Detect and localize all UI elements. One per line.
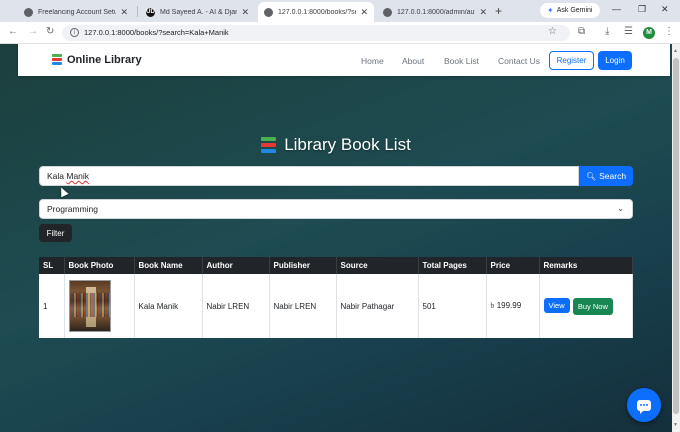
browser-tab-books[interactable]: 127.0.0.1:8000/books/?searc ✕ xyxy=(258,2,374,22)
globe-icon xyxy=(264,7,273,17)
page-viewport: Online Library Home About Book List Cont… xyxy=(0,44,672,432)
col-header-name: Book Name xyxy=(134,257,203,274)
col-header-remarks: Remarks xyxy=(539,257,633,274)
cell-author: Nabir LREN xyxy=(202,274,270,338)
extensions-icon[interactable]: ⧉ xyxy=(578,26,585,37)
gemini-sparkle-icon: ✦ xyxy=(547,6,554,15)
search-icon: 🔍︎ xyxy=(585,171,597,181)
browser-toolbar: ← → ↻ i 127.0.0.1:8000/books/?search=Kal… xyxy=(0,22,680,44)
chat-button[interactable] xyxy=(627,388,661,422)
col-header-photo: Book Photo xyxy=(64,257,135,274)
close-tab-icon[interactable]: ✕ xyxy=(120,7,128,18)
back-arrow-icon[interactable]: ← xyxy=(8,26,18,37)
close-tab-icon[interactable]: ✕ xyxy=(479,7,487,18)
download-icon[interactable]: ⤓ xyxy=(605,26,609,37)
filter-button[interactable]: Filter xyxy=(39,224,72,242)
cell-remarks: View Buy Now xyxy=(539,274,633,338)
profile-avatar[interactable]: M xyxy=(643,27,655,39)
nav-link-contact[interactable]: Contact Us xyxy=(498,56,540,66)
buy-now-button[interactable]: Buy Now xyxy=(572,297,613,315)
address-bar[interactable]: i 127.0.0.1:8000/books/?search=Kala+Mani… xyxy=(62,25,570,41)
col-header-author: Author xyxy=(202,257,270,274)
book-cover-image[interactable] xyxy=(68,280,111,332)
login-button[interactable]: Login xyxy=(598,51,632,70)
mouse-cursor xyxy=(57,185,69,198)
forward-arrow-icon[interactable]: → xyxy=(28,26,38,37)
cell-publisher: Nabir LREN xyxy=(269,274,337,338)
ask-gemini-button[interactable]: ✦ Ask Gemini xyxy=(540,3,600,18)
nav-link-about[interactable]: About xyxy=(402,56,424,66)
cell-book-name: Kala Manik xyxy=(134,274,203,338)
chat-bubble-icon xyxy=(637,399,651,414)
address-bar-url[interactable]: 127.0.0.1:8000/books/?search=Kala+Manik xyxy=(84,28,229,37)
page-title: Library Book List xyxy=(0,135,672,155)
bookmark-star-icon[interactable]: ☆ xyxy=(548,26,557,37)
more-menu-icon[interactable]: ⋮ xyxy=(664,26,674,37)
col-header-price: Price xyxy=(486,257,540,274)
col-header-pages: Total Pages xyxy=(418,257,487,274)
col-header-publisher: Publisher xyxy=(269,257,337,274)
nav-link-home[interactable]: Home xyxy=(361,56,384,66)
cell-price: ৳ 199.99 xyxy=(486,274,540,338)
browser-tab-admin[interactable]: 127.0.0.1:8000/admin/auth/ ✕ xyxy=(377,2,493,22)
site-brand[interactable]: Online Library xyxy=(52,54,142,66)
books-icon xyxy=(52,54,62,66)
cell-sl: 1 xyxy=(39,274,65,338)
col-header-source: Source xyxy=(336,257,419,274)
tab-divider xyxy=(137,6,138,17)
books-icon xyxy=(261,136,277,154)
globe-icon xyxy=(24,7,33,17)
scrollbar-thumb[interactable] xyxy=(673,58,679,414)
reading-list-icon[interactable]: ☰ xyxy=(624,26,633,37)
search-input[interactable]: Kala Manik xyxy=(39,166,579,186)
col-header-sl: SL xyxy=(39,257,65,274)
misspelled-word: Manik xyxy=(66,171,90,181)
view-button[interactable]: View xyxy=(543,298,570,314)
browser-tabstrip: Freelancing Account Setup & ✕ UD Md Saye… xyxy=(0,0,680,22)
browser-tab-freelancing[interactable]: Freelancing Account Setup & ✕ xyxy=(18,2,134,22)
page-scrollbar[interactable]: ▲ ▼ xyxy=(672,44,680,432)
nav-link-book-list[interactable]: Book List xyxy=(444,56,479,66)
reload-icon[interactable]: ↻ xyxy=(46,26,54,37)
table-row: 1 Kala Manik Nabir LREN Nabir LREN Nabir… xyxy=(39,274,633,338)
new-tab-button[interactable]: + xyxy=(495,4,502,18)
globe-icon xyxy=(383,7,392,17)
close-tab-icon[interactable]: ✕ xyxy=(360,7,368,18)
chevron-down-icon: ⌄ xyxy=(617,204,624,213)
category-select[interactable]: Programming ⌄ xyxy=(39,199,633,219)
cell-photo xyxy=(64,274,135,338)
minimize-icon[interactable]: — xyxy=(612,4,621,14)
site-navbar: Online Library Home About Book List Cont… xyxy=(18,44,670,76)
search-button[interactable]: 🔍︎ Search xyxy=(579,166,633,186)
close-tab-icon[interactable]: ✕ xyxy=(241,7,249,18)
table-header-row: SL Book Photo Book Name Author Publisher… xyxy=(39,257,633,274)
scroll-down-arrow-icon[interactable]: ▼ xyxy=(673,422,678,428)
book-table: SL Book Photo Book Name Author Publisher… xyxy=(39,257,633,338)
scroll-up-arrow-icon[interactable]: ▲ xyxy=(673,48,678,54)
cell-source: Nabir Pathagar xyxy=(336,274,419,338)
register-button[interactable]: Register xyxy=(549,51,594,70)
cell-total-pages: 501 xyxy=(418,274,487,338)
site-info-icon[interactable]: i xyxy=(70,28,79,37)
browser-tab-profile[interactable]: UD Md Sayeed A. - AI & Djang ✕ xyxy=(140,2,255,22)
restore-icon[interactable]: ❐ xyxy=(638,4,646,15)
site-logo-icon: UD xyxy=(146,7,155,17)
close-window-icon[interactable]: ✕ xyxy=(661,4,669,15)
